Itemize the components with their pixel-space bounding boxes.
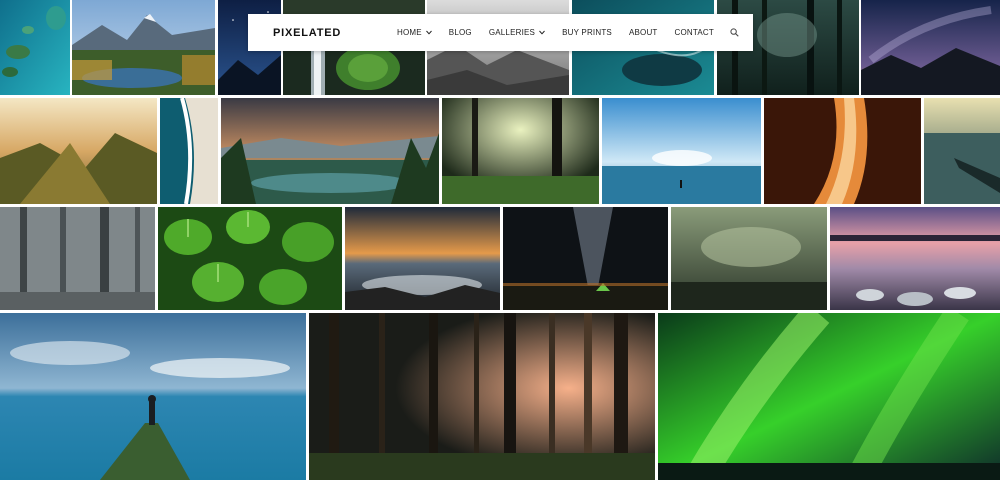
gallery-tile[interactable]: [72, 0, 215, 95]
gallery-photo: [0, 313, 306, 480]
gallery-photo: [442, 98, 599, 204]
gallery-photo: [503, 207, 668, 310]
nav-item-label: CONTACT: [674, 28, 714, 37]
gallery-photo: [0, 0, 70, 95]
gallery-photo: [924, 98, 1000, 204]
gallery-tile[interactable]: [0, 0, 70, 95]
gallery-tile[interactable]: [309, 313, 655, 480]
nav-item-label: BLOG: [448, 28, 472, 37]
gallery-photo: [764, 98, 921, 204]
gallery-photo: [160, 98, 218, 204]
gallery-tile[interactable]: [764, 98, 921, 204]
gallery-photo: [158, 207, 342, 310]
nav-item-galleries[interactable]: GALLERIES: [489, 28, 545, 37]
gallery-tile[interactable]: [221, 98, 439, 204]
nav-item-label: GALLERIES: [488, 28, 536, 37]
gallery-photo: [72, 0, 215, 95]
gallery-tile[interactable]: [503, 207, 668, 310]
gallery-photo: [861, 0, 1000, 95]
nav-item-label: HOME: [396, 28, 422, 37]
gallery-photo: [830, 207, 1000, 310]
search-icon[interactable]: [730, 28, 739, 37]
chevron-down-icon: [425, 30, 432, 35]
gallery-photo: [602, 98, 761, 204]
gallery-photo: [658, 313, 1000, 480]
gallery-photo: [221, 98, 439, 204]
site-logo[interactable]: PIXELATED: [273, 27, 341, 39]
nav-item-label: BUY PRINTS: [562, 28, 612, 37]
gallery-photo: [309, 313, 655, 480]
gallery-tile[interactable]: [0, 98, 157, 204]
gallery-tile[interactable]: [158, 207, 342, 310]
nav-item-about[interactable]: ABOUT: [629, 28, 658, 37]
gallery-tile[interactable]: [345, 207, 500, 310]
nav-item-blog[interactable]: BLOG: [449, 28, 472, 37]
gallery-tile[interactable]: [0, 313, 306, 480]
gallery-photo: [345, 207, 500, 310]
gallery-tile[interactable]: [658, 313, 1000, 480]
gallery-tile[interactable]: [0, 207, 155, 310]
gallery-photo: [0, 207, 155, 310]
gallery-tile[interactable]: [671, 207, 827, 310]
nav-item-label: ABOUT: [628, 28, 658, 37]
nav-item-contact[interactable]: CONTACT: [675, 28, 714, 37]
gallery-tile[interactable]: [602, 98, 761, 204]
gallery-tile[interactable]: [442, 98, 599, 204]
gallery-tile[interactable]: [830, 207, 1000, 310]
nav-item-buy-prints[interactable]: BUY PRINTS: [562, 28, 612, 37]
gallery-tile[interactable]: [160, 98, 218, 204]
gallery-tile[interactable]: [861, 0, 1000, 95]
nav-item-home[interactable]: HOME: [397, 28, 432, 37]
chevron-down-icon: [539, 30, 545, 35]
gallery-tile[interactable]: [924, 98, 1000, 204]
site-header: PIXELATED HOME BLOG GALLERIES BUY PRINTS…: [248, 14, 753, 51]
gallery-photo: [0, 98, 157, 204]
gallery-photo: [671, 207, 827, 310]
main-nav: HOME BLOG GALLERIES BUY PRINTS ABOUT CON…: [397, 28, 739, 37]
